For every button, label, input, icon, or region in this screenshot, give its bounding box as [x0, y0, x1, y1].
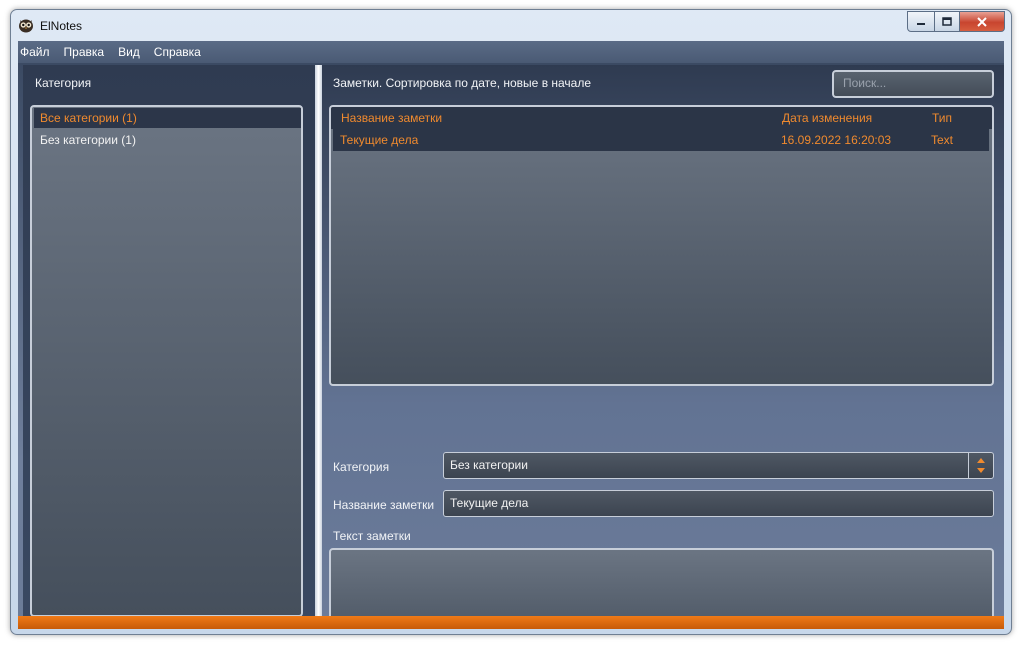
- app-window: ElNotes Файл Правка Вид Справка Категори…: [10, 9, 1012, 635]
- menu-view[interactable]: Вид: [111, 45, 147, 59]
- menu-help[interactable]: Справка: [147, 45, 208, 59]
- categories-label: Категория: [35, 76, 92, 90]
- updown-arrows-icon: [977, 458, 985, 473]
- minimize-button[interactable]: [907, 11, 935, 32]
- close-icon: [977, 16, 987, 27]
- column-header-type[interactable]: Тип: [932, 107, 952, 129]
- table-row[interactable]: Текущие дела 16.09.2022 16:20:03 Text: [333, 129, 989, 151]
- category-select-button[interactable]: [968, 453, 993, 478]
- search-placeholder: Поиск...: [843, 76, 887, 90]
- editor-category-label: Категория: [333, 460, 390, 474]
- editor-text-label: Текст заметки: [333, 529, 411, 543]
- close-button[interactable]: [960, 11, 1005, 32]
- categories-list[interactable]: Все категории (1) Без категории (1): [30, 105, 303, 617]
- menu-bar: Файл Правка Вид Справка: [18, 41, 1004, 63]
- owl-icon: [19, 19, 33, 33]
- menu-file[interactable]: Файл: [18, 45, 57, 59]
- notes-grid-header: Название заметки Дата изменения Тип: [331, 107, 992, 129]
- window-controls: [907, 11, 1005, 32]
- status-bar: [18, 616, 1004, 629]
- maximize-icon: [942, 17, 952, 26]
- maximize-button[interactable]: [935, 11, 960, 32]
- categories-panel: Категория Все категории (1) Без категори…: [23, 65, 315, 629]
- minimize-icon: [917, 22, 925, 25]
- note-type-cell: Text: [931, 133, 954, 147]
- notes-grid[interactable]: Название заметки Дата изменения Тип Теку…: [329, 105, 994, 386]
- note-date-cell: 16.09.2022 16:20:03: [781, 133, 892, 147]
- panel-splitter[interactable]: [315, 65, 322, 629]
- menu-edit[interactable]: Правка: [57, 45, 112, 59]
- notes-panel: Заметки. Сортировка по дате, новые в нач…: [322, 65, 1004, 629]
- notes-header: Заметки. Сортировка по дате, новые в нач…: [333, 76, 592, 90]
- category-item-all[interactable]: Все категории (1): [34, 108, 301, 128]
- client-area: Файл Правка Вид Справка Категория Все ка…: [18, 41, 1004, 629]
- note-name-value: Текущие дела: [450, 496, 529, 510]
- search-input[interactable]: Поиск...: [832, 70, 994, 98]
- column-header-name[interactable]: Название заметки: [341, 107, 442, 129]
- category-select-value: Без категории: [450, 458, 528, 472]
- editor-name-label: Название заметки: [333, 498, 435, 512]
- category-select[interactable]: Без категории: [443, 452, 994, 479]
- note-name-input[interactable]: Текущие дела: [443, 490, 994, 517]
- column-header-date[interactable]: Дата изменения: [782, 107, 872, 129]
- category-item-uncategorized[interactable]: Без категории (1): [34, 130, 301, 150]
- note-name-cell: Текущие дела: [340, 133, 419, 147]
- window-title: ElNotes: [40, 19, 83, 33]
- title-bar[interactable]: ElNotes: [11, 10, 1011, 41]
